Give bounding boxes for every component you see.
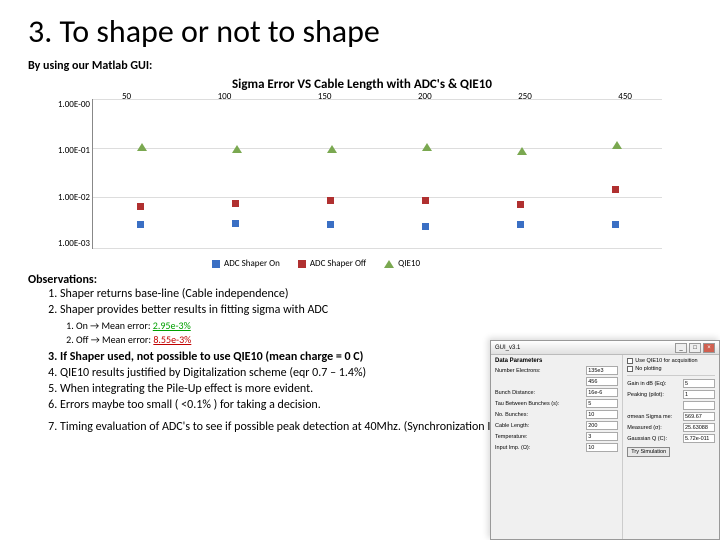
gui-field-row: Tau Between Bunches (s):5 xyxy=(495,399,618,408)
gui-checkbox[interactable]: No plotting xyxy=(627,366,715,372)
chart-marker xyxy=(327,145,337,153)
minimize-button[interactable]: _ xyxy=(675,343,687,353)
chart-container: Sigma Error VS Cable Length with ADC's &… xyxy=(32,77,672,267)
gui-input[interactable] xyxy=(683,401,715,410)
chart-marker xyxy=(232,200,239,207)
obs-item: Shaper returns base-line (Cable independ… xyxy=(60,287,692,301)
gui-input[interactable]: 10 xyxy=(586,410,618,419)
gui-field-row: 456 xyxy=(495,377,618,386)
chart-marker xyxy=(422,197,429,204)
subtitle: By using our Matlab GUI: xyxy=(28,59,692,73)
gui-field-row: Number Electrons:135e3 xyxy=(495,366,618,375)
chart-marker xyxy=(422,223,429,230)
gui-field-row: Input Imp. (Ω):10 xyxy=(495,443,618,452)
gui-field-row: Gaussian Q (C):5.72e-011 xyxy=(627,434,715,443)
gui-input[interactable]: 5.72e-011 xyxy=(683,434,715,443)
chart-plot-area xyxy=(92,99,662,249)
gui-field-row: Measured (σ):25.63088 xyxy=(627,423,715,432)
gui-input[interactable]: 569.67 xyxy=(683,412,715,421)
gui-field-row: No. Bunches:10 xyxy=(495,410,618,419)
gui-field-row: Gain in dB (Eq):5 xyxy=(627,379,715,388)
gui-field-row: Bunch Distance:16e-6 xyxy=(495,388,618,397)
gui-input[interactable]: 200 xyxy=(586,421,618,430)
chart-marker xyxy=(137,143,147,151)
gui-input[interactable]: 1 xyxy=(683,390,715,399)
chart-marker xyxy=(232,145,242,153)
chart-title: Sigma Error VS Cable Length with ADC's &… xyxy=(232,77,492,92)
gui-input[interactable]: 135e3 xyxy=(586,366,618,375)
maximize-button[interactable]: □ xyxy=(689,343,701,353)
obs-item: Shaper provides better results in fittin… xyxy=(60,303,692,317)
chart-yaxis: 1.00E-00 1.00E-01 1.00E-02 1.00E-03 xyxy=(40,99,90,249)
simulate-button[interactable]: Try Simulation xyxy=(627,447,670,457)
gui-input[interactable]: 16e-6 xyxy=(586,388,618,397)
chart-marker xyxy=(232,220,239,227)
chart-marker xyxy=(612,141,622,149)
gui-field-row: Peaking (pilot):1 xyxy=(627,390,715,399)
chart-marker xyxy=(137,203,144,210)
chart-marker xyxy=(327,197,334,204)
gui-input[interactable]: 5 xyxy=(683,379,715,388)
chart-marker xyxy=(137,221,144,228)
gui-field-row: Cable Length:200 xyxy=(495,421,618,430)
chart-legend: ADC Shaper On ADC Shaper Off QIE10 xyxy=(212,258,420,269)
gui-titlebar[interactable]: GUI_v3.1 _ □ × xyxy=(491,341,719,355)
chart-marker xyxy=(612,186,619,193)
gui-input[interactable]: 25.63088 xyxy=(683,423,715,432)
gui-input[interactable]: 5 xyxy=(586,399,618,408)
gui-input[interactable]: 456 xyxy=(586,377,618,386)
gui-input[interactable]: 3 xyxy=(586,432,618,441)
observations-list: Shaper returns base-line (Cable independ… xyxy=(28,287,692,317)
gui-panel-title: Data Parameters xyxy=(495,358,618,364)
gui-window-title: GUI_v3.1 xyxy=(495,345,520,351)
gui-checkbox[interactable]: Use QIE10 for acquisition xyxy=(627,358,715,364)
chart-marker xyxy=(517,147,527,155)
gui-field-row: Temperature:3 xyxy=(495,432,618,441)
gui-field-row xyxy=(627,401,715,410)
chart-marker xyxy=(422,143,432,151)
chart-marker xyxy=(327,221,334,228)
gui-input[interactable]: 10 xyxy=(586,443,618,452)
gui-field-row: σmean Sigma me:569.67 xyxy=(627,412,715,421)
chart-marker xyxy=(517,221,524,228)
chart-marker xyxy=(517,201,524,208)
obs-subitem: On → Mean error: 2.95e-3% xyxy=(76,319,692,332)
close-button[interactable]: × xyxy=(703,343,715,353)
matlab-gui-window: GUI_v3.1 _ □ × Data Parameters Number El… xyxy=(490,340,720,540)
chart-marker xyxy=(612,221,619,228)
slide-title: 3. To shape or not to shape xyxy=(28,12,692,51)
observations-heading: Observations: xyxy=(28,273,692,287)
